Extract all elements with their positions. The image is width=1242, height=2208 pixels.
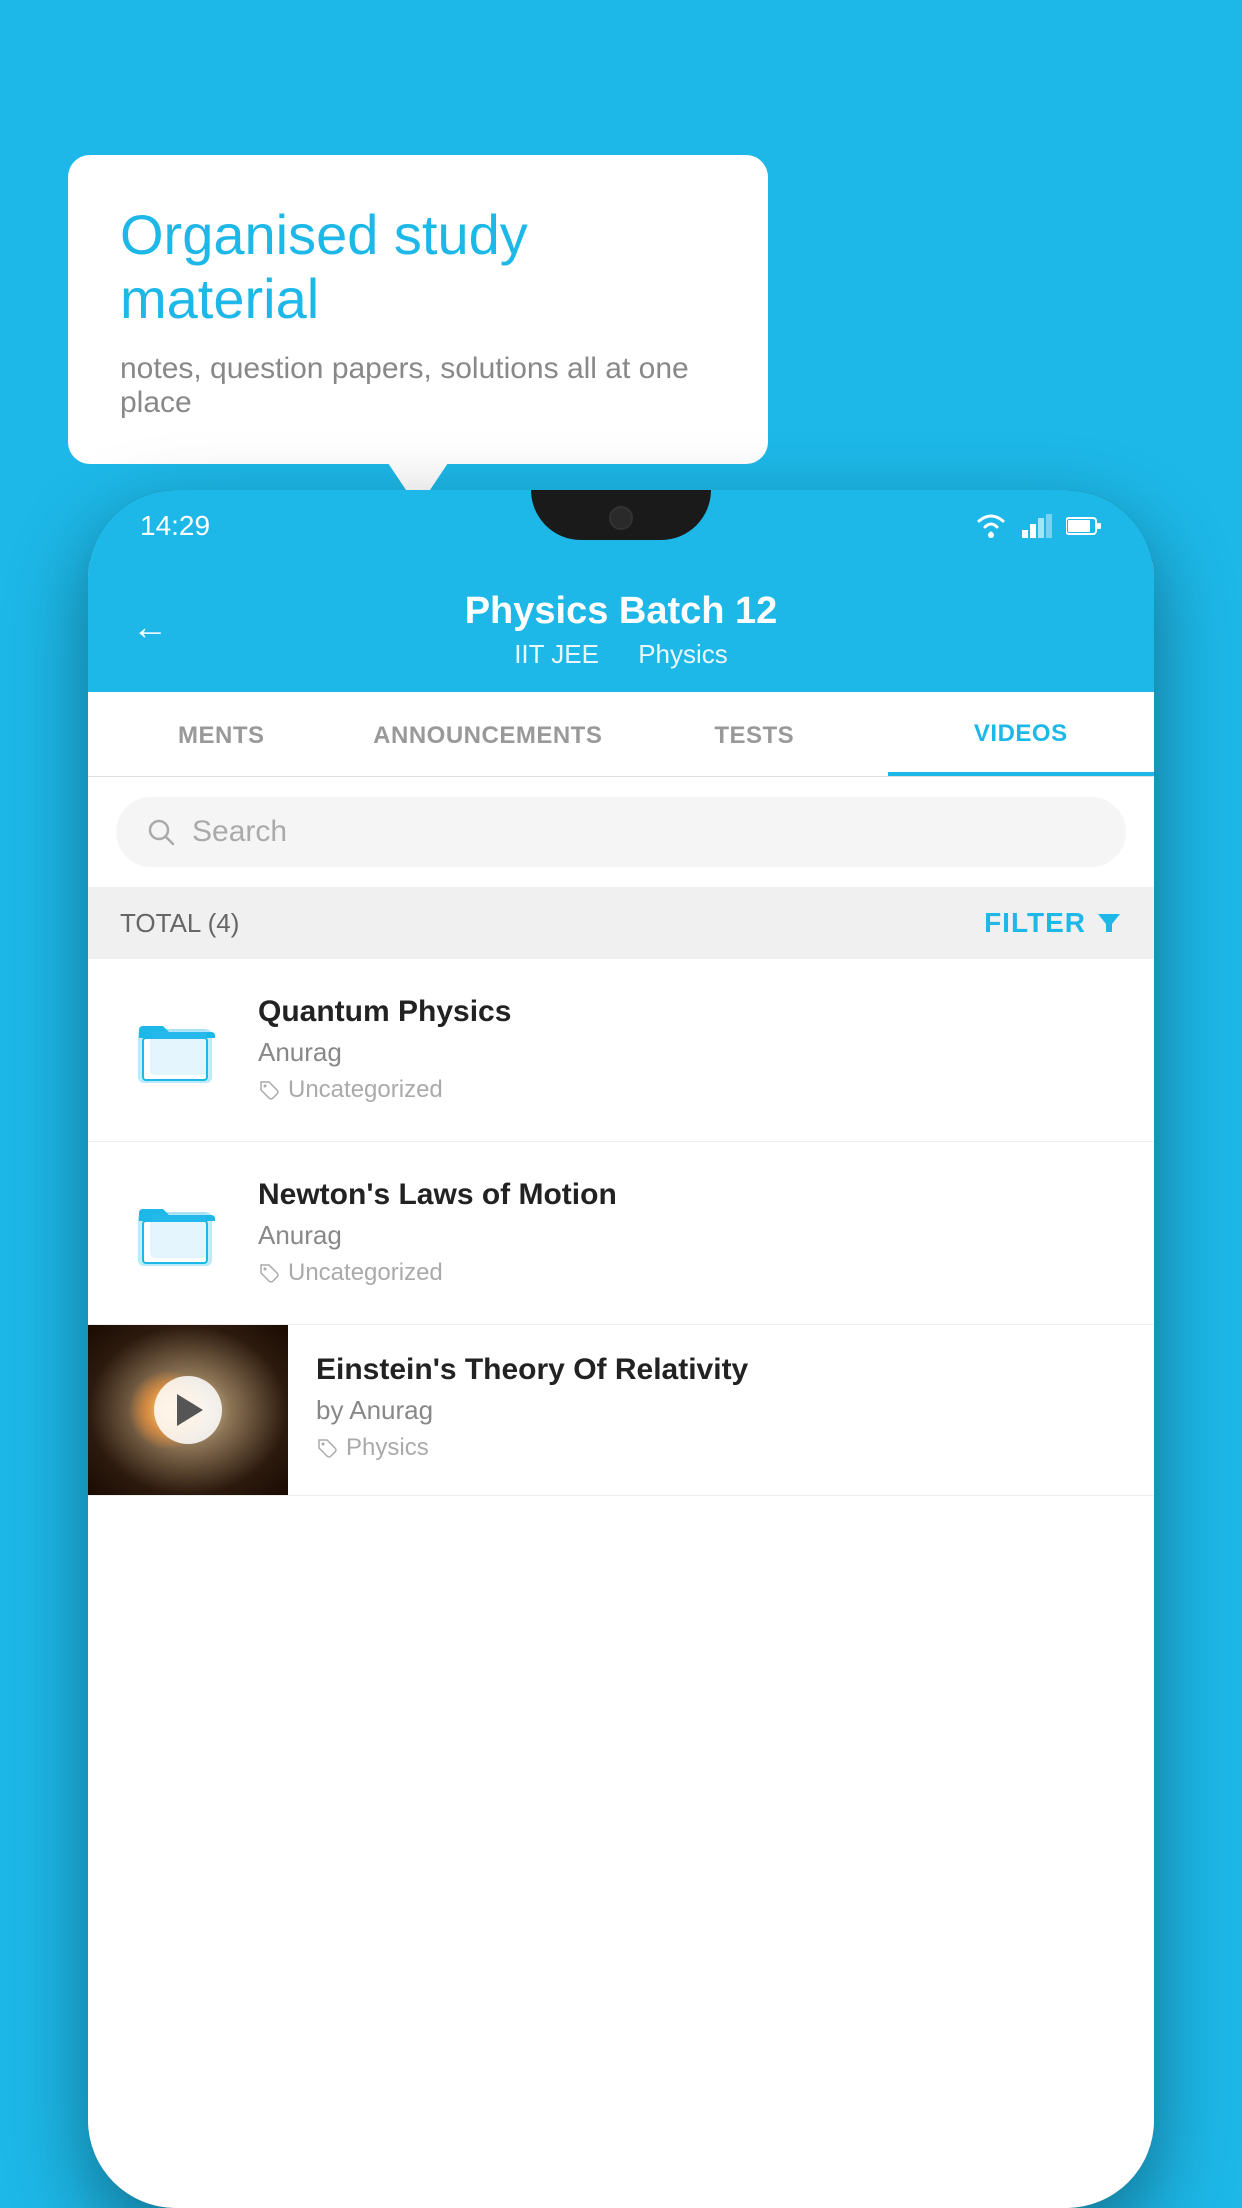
video-title: Newton's Laws of Motion xyxy=(258,1178,1122,1212)
video-author: by Anurag xyxy=(316,1395,1122,1426)
tag-text: Physics xyxy=(346,1434,429,1462)
filter-button[interactable]: FILTER xyxy=(984,907,1122,939)
speech-bubble-card: Organised study material notes, question… xyxy=(68,155,768,464)
tab-tests[interactable]: TESTS xyxy=(621,694,888,774)
search-bar[interactable]: Search xyxy=(116,797,1126,867)
video-tag: Uncategorized xyxy=(258,1259,1122,1287)
list-item[interactable]: Einstein's Theory Of Relativity by Anura… xyxy=(88,1325,1154,1496)
phone-wrapper: 14:29 xyxy=(88,490,1154,2208)
status-icons xyxy=(974,513,1102,539)
video-author: Anurag xyxy=(258,1220,1122,1251)
play-triangle-icon xyxy=(177,1394,203,1426)
filter-row: TOTAL (4) FILTER xyxy=(88,887,1154,959)
folder-icon-container xyxy=(120,1178,230,1288)
tab-videos[interactable]: VIDEOS xyxy=(888,692,1155,776)
total-count: TOTAL (4) xyxy=(120,908,239,939)
video-title: Quantum Physics xyxy=(258,995,1122,1029)
tag-icon xyxy=(258,1079,280,1101)
video-thumbnail xyxy=(88,1325,288,1495)
search-section: Search xyxy=(88,777,1154,887)
video-info: Newton's Laws of Motion Anurag Uncategor… xyxy=(258,1178,1122,1287)
video-list: Quantum Physics Anurag Uncategorized xyxy=(88,959,1154,2208)
status-time: 14:29 xyxy=(140,510,210,542)
list-item[interactable]: Quantum Physics Anurag Uncategorized xyxy=(88,959,1154,1142)
folder-icon xyxy=(135,1193,215,1273)
wifi-icon xyxy=(974,513,1008,539)
screen-content: ← Physics Batch 12 IIT JEE Physics MENTS… xyxy=(88,562,1154,2208)
header-subtitle-left: IIT JEE xyxy=(514,639,599,669)
play-button[interactable] xyxy=(154,1376,222,1444)
list-item[interactable]: Newton's Laws of Motion Anurag Uncategor… xyxy=(88,1142,1154,1325)
folder-icon-container xyxy=(120,995,230,1105)
filter-label: FILTER xyxy=(984,907,1086,939)
phone-frame: 14:29 xyxy=(88,490,1154,2208)
header-subtitle-right: Physics xyxy=(638,639,728,669)
phone-notch xyxy=(531,490,711,540)
header-subtitle: IIT JEE Physics xyxy=(498,639,744,670)
search-icon xyxy=(146,817,176,847)
tab-ments[interactable]: MENTS xyxy=(88,694,355,774)
battery-icon xyxy=(1066,516,1102,536)
tag-icon xyxy=(316,1437,338,1459)
video-tag: Physics xyxy=(316,1434,1122,1462)
back-button[interactable]: ← xyxy=(132,606,168,648)
video-tag: Uncategorized xyxy=(258,1076,1122,1104)
tab-announcements[interactable]: ANNOUNCEMENTS xyxy=(355,694,622,774)
folder-icon xyxy=(135,1010,215,1090)
signal-icon xyxy=(1022,514,1052,538)
app-header: ← Physics Batch 12 IIT JEE Physics xyxy=(88,562,1154,692)
search-placeholder: Search xyxy=(192,815,287,849)
tabs-bar: MENTS ANNOUNCEMENTS TESTS VIDEOS xyxy=(88,692,1154,777)
filter-icon xyxy=(1096,910,1122,936)
tag-icon xyxy=(258,1262,280,1284)
video-author: Anurag xyxy=(258,1037,1122,1068)
tag-text: Uncategorized xyxy=(288,1259,443,1287)
bubble-title: Organised study material xyxy=(120,203,716,332)
video-info: Einstein's Theory Of Relativity by Anura… xyxy=(316,1325,1122,1490)
header-title: Physics Batch 12 xyxy=(465,590,778,633)
video-info: Quantum Physics Anurag Uncategorized xyxy=(258,995,1122,1104)
bubble-subtitle: notes, question papers, solutions all at… xyxy=(120,352,716,420)
tag-text: Uncategorized xyxy=(288,1076,443,1104)
video-title: Einstein's Theory Of Relativity xyxy=(316,1353,1122,1387)
speech-bubble-section: Organised study material notes, question… xyxy=(68,155,768,464)
front-camera xyxy=(609,506,633,530)
